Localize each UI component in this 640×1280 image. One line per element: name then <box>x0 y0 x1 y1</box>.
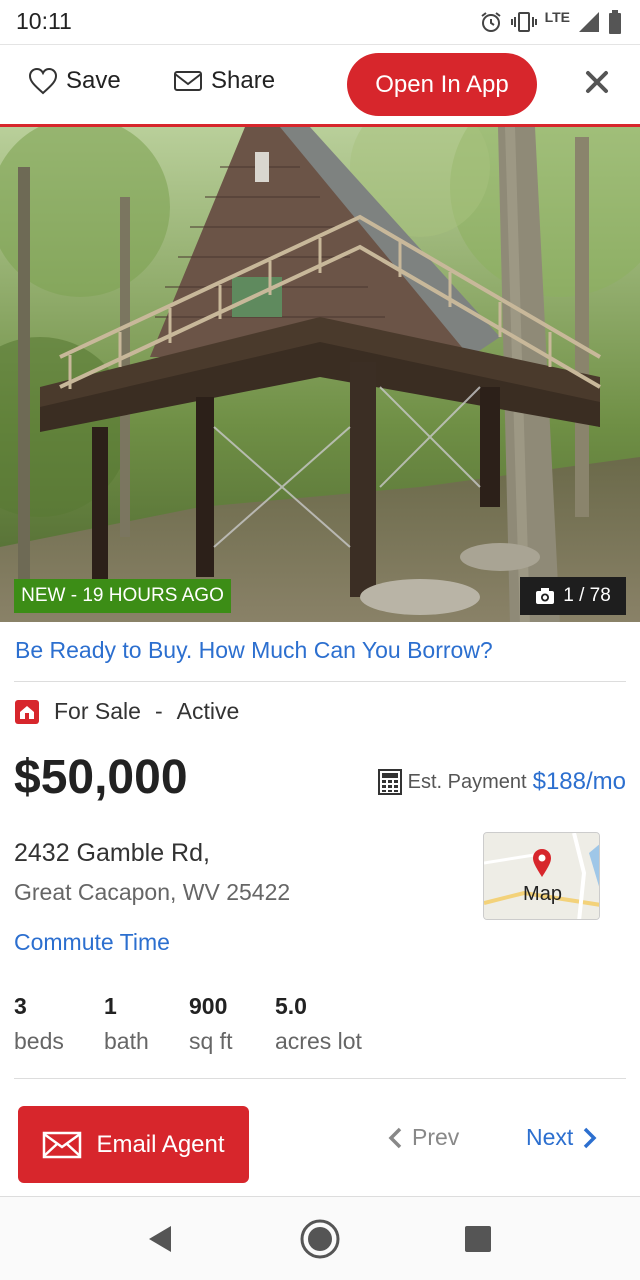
divider <box>14 1078 626 1079</box>
address-street: 2432 Gamble Rd, <box>14 839 210 867</box>
listing-state: Active <box>176 698 240 724</box>
stat-lot: 5.0 acres lot <box>275 993 362 1055</box>
listing-price: $50,000 <box>14 751 188 804</box>
stat-value: 3 <box>14 993 27 1019</box>
est-payment-label: Est. Payment <box>407 770 527 793</box>
prev-label: Prev <box>412 1124 460 1150</box>
envelope-icon <box>43 1131 82 1158</box>
map-label: Map <box>523 883 562 905</box>
stat-value: 1 <box>104 993 117 1019</box>
signal-icon <box>579 12 599 32</box>
nav-recents-icon[interactable] <box>464 1225 492 1253</box>
next-label: Next <box>526 1124 574 1150</box>
close-icon <box>586 71 608 93</box>
address-city: Great Cacapon, WV 25422 <box>14 879 291 905</box>
est-payment[interactable]: Est. Payment $188/mo <box>377 768 626 796</box>
est-payment-value[interactable]: $188/mo <box>533 768 626 796</box>
open-in-app-button[interactable]: Open In App <box>347 53 537 116</box>
stat-sqft: 900 sq ft <box>189 993 232 1055</box>
battery-icon <box>609 10 621 34</box>
stat-beds: 3 beds <box>14 993 64 1055</box>
vibrate-icon <box>510 12 537 32</box>
close-button[interactable] <box>578 63 616 101</box>
share-label: Share <box>211 67 276 94</box>
heart-icon <box>28 67 58 95</box>
system-nav-bar <box>0 1196 640 1280</box>
new-listing-badge: NEW - 19 HOURS AGO <box>14 579 231 613</box>
email-agent-button[interactable]: Email Agent <box>18 1106 249 1183</box>
camera-icon <box>536 588 555 604</box>
commute-time-link[interactable]: Commute Time <box>14 929 170 956</box>
stat-label: beds <box>14 1028 64 1054</box>
stat-label: bath <box>104 1028 149 1054</box>
mail-icon <box>174 71 202 91</box>
stat-value: 5.0 <box>275 993 307 1019</box>
status-time: 10:11 <box>16 8 72 34</box>
email-agent-label: Email Agent <box>96 1130 225 1158</box>
network-label: LTE <box>544 9 570 25</box>
status-separator: - <box>154 698 163 724</box>
home-sale-icon <box>15 699 39 724</box>
status-icons: LTE <box>479 8 622 36</box>
nav-home-icon[interactable] <box>299 1218 341 1260</box>
listing-status-row: For Sale - Active <box>14 698 239 725</box>
prev-button[interactable]: Prev <box>388 1124 459 1151</box>
photo-counter-text: 1 / 78 <box>563 585 611 606</box>
borrow-link[interactable]: Be Ready to Buy. How Much Can You Borrow… <box>15 637 493 664</box>
chevron-left-icon <box>388 1127 402 1148</box>
status-bar: 10:11 LTE <box>0 0 640 44</box>
stat-baths: 1 bath <box>104 993 149 1055</box>
map-pin-icon <box>533 849 551 877</box>
next-button[interactable]: Next <box>526 1124 597 1151</box>
map-thumbnail[interactable]: Map <box>483 832 600 920</box>
divider <box>14 681 626 682</box>
sale-type: For Sale <box>54 698 141 724</box>
sticky-footer: Email Agent Prev Next <box>0 1086 640 1196</box>
cabin-photo <box>0 127 640 622</box>
stat-value: 900 <box>189 993 228 1019</box>
chevron-right-icon <box>584 1127 597 1148</box>
share-button[interactable]: Share <box>173 67 275 95</box>
listing-photo[interactable]: NEW - 19 HOURS AGO 1 / 78 <box>0 124 640 622</box>
photo-counter[interactable]: 1 / 78 <box>520 577 626 615</box>
save-button[interactable]: Save <box>28 67 121 95</box>
stat-label: acres lot <box>275 1028 362 1054</box>
nav-back-icon[interactable] <box>145 1224 175 1254</box>
top-action-bar: Save Share Open In App <box>0 44 640 124</box>
alarm-icon <box>480 12 501 32</box>
save-label: Save <box>66 67 121 94</box>
calculator-icon <box>377 769 402 795</box>
stat-label: sq ft <box>189 1028 233 1054</box>
